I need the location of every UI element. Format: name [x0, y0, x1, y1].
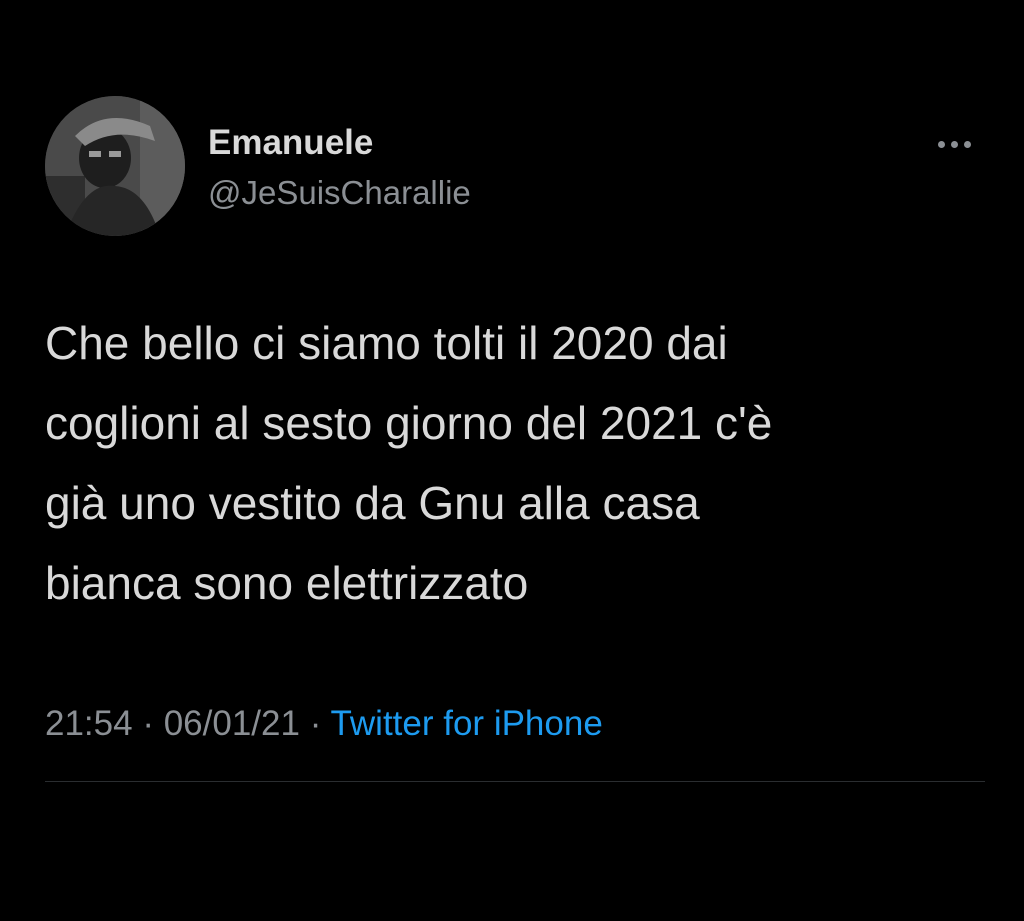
- avatar[interactable]: [45, 96, 185, 236]
- meta-separator: ·: [309, 704, 322, 743]
- tweet-date[interactable]: 06/01/21: [164, 704, 300, 743]
- more-options-button[interactable]: [928, 130, 980, 158]
- divider: [45, 781, 985, 782]
- more-dots-icon: [937, 140, 945, 148]
- tweet-text: Che bello ci siamo tolti il 2020 dai cog…: [45, 317, 773, 609]
- author-handle[interactable]: @JeSuisCharallie: [208, 172, 471, 214]
- tweet-source-link[interactable]: Twitter for iPhone: [330, 704, 602, 743]
- more-dots-icon: [950, 140, 958, 148]
- meta-separator: ·: [142, 704, 154, 743]
- more-dots-icon: [963, 140, 971, 148]
- tweet-metadata: 21:54 · 06/01/21 · Twitter for iPhone: [45, 700, 603, 748]
- tweet-detail: Emanuele @JeSuisCharallie Che bello ci s…: [0, 0, 1024, 921]
- author-display-name[interactable]: Emanuele: [208, 122, 373, 164]
- profile-photo-icon: [45, 96, 185, 236]
- tweet-time[interactable]: 21:54: [45, 704, 133, 743]
